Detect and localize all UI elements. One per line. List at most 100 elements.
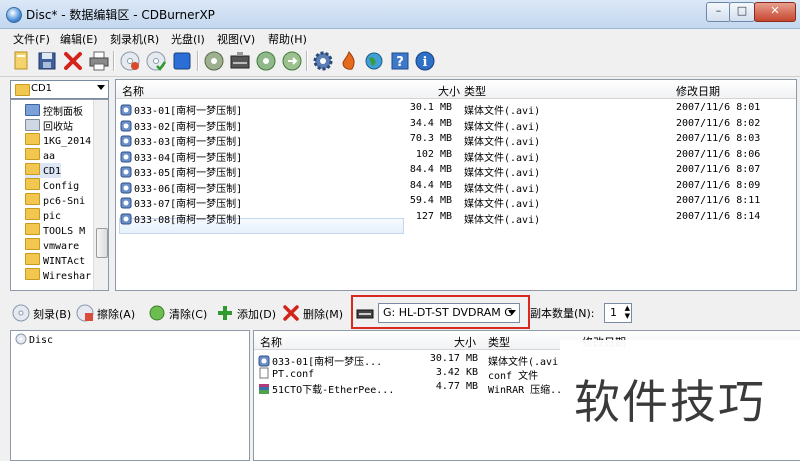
menu-view[interactable]: 视图(V) bbox=[217, 31, 255, 47]
close-button[interactable]: ✕ bbox=[754, 2, 796, 22]
archive-file-icon bbox=[259, 384, 269, 394]
disc-info-icon[interactable] bbox=[203, 50, 225, 72]
tree-item[interactable]: WINTAct bbox=[25, 253, 85, 268]
save-icon[interactable] bbox=[36, 50, 58, 72]
file-name-cell: 033-03[南柯一梦压制] bbox=[120, 133, 242, 148]
table-row[interactable]: 033-05[南柯一梦压制] 84.4 MB 媒体文件(.avi) 2007/11/6… bbox=[116, 163, 796, 179]
svg-text:i: i bbox=[423, 55, 428, 70]
menu-edit[interactable]: 编辑(E) bbox=[60, 31, 98, 47]
clear-icon bbox=[149, 305, 165, 321]
folder-icon bbox=[25, 163, 40, 175]
table-row[interactable]: 033-06[南柯一梦压制] 84.4 MB 媒体文件(.avi) 2007/11/6… bbox=[116, 179, 796, 195]
help-icon[interactable]: ? bbox=[389, 50, 411, 72]
column-size[interactable]: 大小 bbox=[438, 83, 460, 99]
file-name-cell: 033-04[南柯一梦压制] bbox=[120, 149, 242, 164]
disc-file-type-cell: WinRAR 压缩... bbox=[488, 385, 569, 396]
burn-button[interactable]: 刻录(B) bbox=[12, 304, 71, 324]
copies-stepper[interactable]: 1 ▲ ▼ bbox=[604, 303, 632, 323]
clear-button[interactable]: 清除(C) bbox=[148, 304, 207, 324]
remove-button[interactable]: 删除(M) bbox=[282, 304, 343, 324]
folder-icon bbox=[25, 253, 40, 265]
window-title: Disc* - 数据编辑区 - CDBurnerXP bbox=[26, 8, 215, 22]
file-name-cell: 033-02[南柯一梦压制] bbox=[120, 118, 242, 133]
column-type[interactable]: 类型 bbox=[464, 83, 486, 99]
delete-icon[interactable] bbox=[62, 50, 84, 72]
erase-button[interactable]: 擦除(A) bbox=[76, 304, 135, 324]
tree-item[interactable]: Config bbox=[25, 178, 79, 193]
column-name[interactable]: 名称 bbox=[122, 83, 144, 99]
folder-drive-dropdown[interactable]: CD1 bbox=[10, 80, 109, 99]
flame-icon[interactable] bbox=[338, 50, 360, 72]
app-disc-icon bbox=[6, 7, 22, 23]
disc-file-name-cell: 51CTO下载-EtherPee... bbox=[258, 381, 394, 396]
maximize-button[interactable]: □ bbox=[729, 2, 755, 22]
file-size-cell: 84.4 MB bbox=[409, 179, 452, 191]
file-size-cell: 127 MB bbox=[415, 210, 452, 222]
tree-item[interactable]: Wireshar bbox=[25, 268, 91, 283]
file-date-cell: 2007/11/6 8:01 bbox=[676, 102, 761, 113]
menu-help[interactable]: 帮助(H) bbox=[268, 31, 307, 47]
table-row[interactable]: 033-02[南柯一梦压制] 34.4 MB 媒体文件(.avi) 2007/11/6… bbox=[116, 117, 796, 133]
tree-item[interactable]: vmware bbox=[25, 238, 79, 253]
folder-icon bbox=[25, 268, 40, 280]
table-row[interactable]: 033-01[南柯一梦压制] 30.1 MB 媒体文件(.avi) 2007/11/6… bbox=[116, 101, 796, 117]
eject-blue-icon[interactable] bbox=[171, 50, 193, 72]
media-file-icon bbox=[120, 197, 132, 209]
table-row[interactable]: 033-07[南柯一梦压制] 59.4 MB 媒体文件(.avi) 2007/11/6… bbox=[116, 194, 796, 210]
tree-scrollbar[interactable] bbox=[93, 100, 108, 290]
disc-column-name[interactable]: 名称 bbox=[260, 334, 282, 350]
tree-item[interactable]: 控制面板 bbox=[25, 103, 83, 118]
disc-column-size[interactable]: 大小 bbox=[454, 334, 476, 350]
file-list-panel: 名称 大小 类型 修改日期 033-01[南柯一梦压制] 30.1 MB 媒体文件(… bbox=[115, 79, 797, 291]
minimize-button[interactable]: – bbox=[706, 2, 731, 22]
file-date-cell: 2007/11/6 8:09 bbox=[676, 179, 761, 191]
disc-icon bbox=[15, 333, 27, 345]
folder-icon bbox=[15, 84, 30, 96]
disc-file-size-cell: 3.42 KB bbox=[435, 367, 478, 378]
media-file-icon bbox=[120, 166, 132, 178]
svg-text:?: ? bbox=[396, 55, 404, 70]
folder-icon bbox=[25, 133, 40, 145]
tree-item[interactable]: 回收站 bbox=[25, 118, 73, 133]
tree-item[interactable]: pic bbox=[25, 208, 61, 223]
tree-item[interactable]: pc6-Sni bbox=[25, 193, 85, 208]
drive-icon[interactable] bbox=[229, 50, 251, 72]
file-name-cell: 033-08[南柯一梦压制] bbox=[120, 211, 242, 226]
watermark-text: 软件技巧 bbox=[574, 375, 766, 429]
media-file-icon bbox=[120, 213, 132, 224]
verify-disc-icon[interactable] bbox=[145, 50, 167, 72]
menu-disc[interactable]: 光盘(I) bbox=[171, 31, 205, 47]
folder-tree-panel: 控制面板 回收站 1KG_2014 aa CD1 Config pc6-Sni … bbox=[10, 99, 109, 291]
convert-disc-icon[interactable] bbox=[281, 50, 303, 72]
table-row[interactable]: 033-03[南柯一梦压制] 70.3 MB 媒体文件(.avi) 2007/11/6… bbox=[116, 132, 796, 148]
stepper-arrows-icon[interactable]: ▲ ▼ bbox=[625, 304, 630, 320]
tree-item[interactable]: 1KG_2014 bbox=[25, 133, 91, 148]
globe-icon[interactable] bbox=[363, 50, 385, 72]
drive-highlight-box bbox=[351, 295, 530, 329]
disc-file-size-cell: 4.77 MB bbox=[435, 381, 478, 392]
print-icon[interactable] bbox=[88, 50, 110, 72]
menu-file[interactable]: 文件(F) bbox=[13, 31, 50, 47]
folder-icon bbox=[25, 208, 40, 220]
file-type-cell: 媒体文件(.avi) bbox=[464, 183, 541, 195]
file-date-cell: 2007/11/6 8:11 bbox=[676, 195, 761, 206]
add-button[interactable]: 添加(D) bbox=[216, 304, 276, 324]
column-date[interactable]: 修改日期 bbox=[676, 83, 720, 99]
burn-disc-icon[interactable] bbox=[119, 50, 141, 72]
new-disc-icon[interactable] bbox=[11, 50, 33, 72]
table-row[interactable]: 033-04[南柯一梦压制] 102 MB 媒体文件(.avi) 2007/11/6 … bbox=[116, 148, 796, 164]
settings-gear-icon[interactable] bbox=[312, 50, 334, 72]
info-icon[interactable]: i bbox=[414, 50, 436, 72]
tree-item[interactable]: aa bbox=[25, 148, 55, 163]
menu-recorder[interactable]: 刻录机(R) bbox=[110, 31, 159, 47]
copies-value: 1 bbox=[610, 306, 617, 319]
table-row[interactable]: 033-08[南柯一梦压制] 127 MB 媒体文件(.avi) 2007/11/6 … bbox=[116, 210, 796, 226]
copy-disc-icon[interactable] bbox=[255, 50, 277, 72]
tree-item[interactable]: TOOLS M bbox=[25, 223, 85, 238]
tree-item-selected[interactable]: CD1 bbox=[25, 163, 62, 178]
disc-column-type[interactable]: 类型 bbox=[488, 334, 510, 350]
tree-scroll-thumb[interactable] bbox=[96, 228, 108, 258]
disc-root-item[interactable]: Disc bbox=[15, 333, 53, 348]
chevron-down-icon bbox=[97, 85, 105, 90]
file-name-cell: 033-07[南柯一梦压制] bbox=[120, 195, 242, 210]
